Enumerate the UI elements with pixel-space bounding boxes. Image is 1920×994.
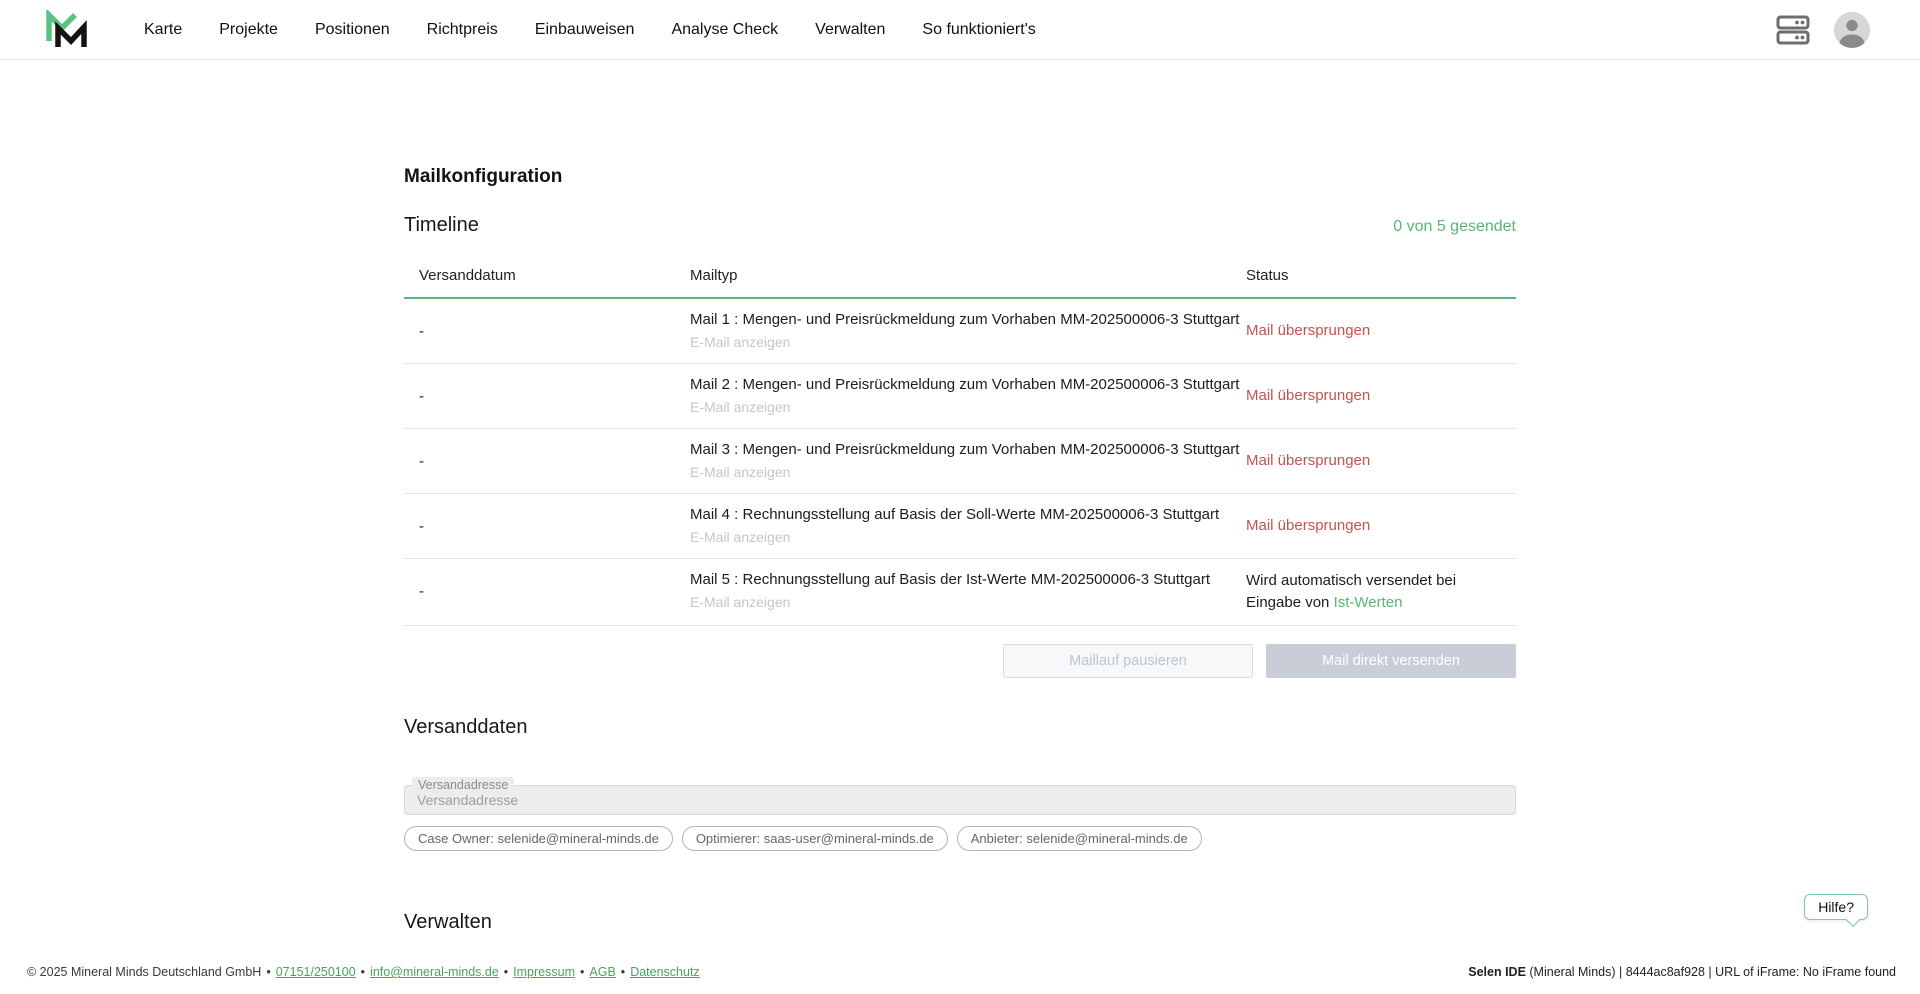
mail-title: Mail 1 : Mengen- und Preisrückmeldung zu… bbox=[690, 311, 1246, 328]
footer-separator: • bbox=[580, 965, 584, 979]
nav-item-verwalten[interactable]: Verwalten bbox=[815, 21, 885, 39]
footer-link[interactable]: Datenschutz bbox=[630, 965, 699, 979]
mail-timeline-table: Versanddatum Mailtyp Status -Mail 1 : Me… bbox=[404, 267, 1516, 626]
verwalten-title: Verwalten bbox=[404, 911, 1516, 934]
app-header: Karte Projekte Positionen Richtpreis Einbauw… bbox=[0, 0, 1920, 60]
mail-title: Mail 4 : Rechnungsstellung auf Basis der… bbox=[690, 506, 1246, 523]
contact-chips: Case Owner: selenide@mineral-minds.de Opt… bbox=[404, 826, 1516, 851]
column-versanddatum: Versanddatum bbox=[404, 267, 690, 284]
show-email-link[interactable]: E-Mail anzeigen bbox=[690, 334, 790, 350]
cell-versanddatum: - bbox=[404, 388, 690, 405]
footer-copyright: © 2025 Mineral Minds Deutschland GmbH bbox=[27, 965, 261, 979]
nav-item-so-funktioniert-s[interactable]: So funktioniert's bbox=[922, 21, 1035, 39]
column-status: Status bbox=[1246, 267, 1516, 284]
footer-link[interactable]: 07151/250100 bbox=[276, 965, 356, 979]
table-row: -Mail 1 : Mengen- und Preisrückmeldung z… bbox=[404, 299, 1516, 364]
status-text: Mail übersprungen bbox=[1246, 452, 1370, 469]
footer-env-details: (Mineral Minds) | 8444ac8af928 | URL of … bbox=[1526, 965, 1896, 979]
help-button[interactable]: Hilfe? bbox=[1804, 894, 1868, 920]
show-email-link[interactable]: E-Mail anzeigen bbox=[690, 399, 790, 415]
contact-chip: Case Owner: selenide@mineral-minds.de bbox=[404, 826, 673, 851]
nav-item-positionen[interactable]: Positionen bbox=[315, 21, 390, 39]
sent-counter: 0 von 5 gesendet bbox=[1393, 218, 1516, 236]
cell-mailtyp: Mail 2 : Mengen- und Preisrückmeldung zu… bbox=[690, 376, 1246, 417]
timeline-title: Timeline bbox=[404, 214, 479, 237]
mail-title: Mail 2 : Mengen- und Preisrückmeldung zu… bbox=[690, 376, 1246, 393]
status-text: Mail übersprungen bbox=[1246, 517, 1370, 534]
footer-link[interactable]: AGB bbox=[589, 965, 615, 979]
server-rack-icon[interactable] bbox=[1776, 15, 1810, 45]
cell-status: Mail übersprungen bbox=[1246, 385, 1516, 407]
show-email-link[interactable]: E-Mail anzeigen bbox=[690, 464, 790, 480]
show-email-link[interactable]: E-Mail anzeigen bbox=[690, 594, 790, 610]
main-nav: Karte Projekte Positionen Richtpreis Einbauw… bbox=[144, 21, 1036, 39]
footer-separator: • bbox=[266, 965, 270, 979]
table-row: -Mail 4 : Rechnungsstellung auf Basis de… bbox=[404, 494, 1516, 559]
cell-status: Mail übersprungen bbox=[1246, 450, 1516, 472]
send-mail-direct-button[interactable]: Mail direkt versenden bbox=[1266, 644, 1516, 678]
footer-separator: • bbox=[621, 965, 625, 979]
cell-status: Wird automatisch versendet bei Eingabe v… bbox=[1246, 570, 1516, 614]
status-text: Mail übersprungen bbox=[1246, 322, 1370, 339]
contact-chip: Optimierer: saas-user@mineral-minds.de bbox=[682, 826, 948, 851]
mail-title: Mail 3 : Mengen- und Preisrückmeldung zu… bbox=[690, 441, 1246, 458]
footer-separator: • bbox=[504, 965, 508, 979]
cell-versanddatum: - bbox=[404, 583, 690, 600]
table-row: -Mail 3 : Mengen- und Preisrückmeldung z… bbox=[404, 429, 1516, 494]
footer-legal: © 2025 Mineral Minds Deutschland GmbH • 07… bbox=[27, 965, 700, 979]
page-body: Mailkonfiguration Timeline 0 von 5 gesen… bbox=[0, 60, 1920, 994]
versanddaten-title: Versanddaten bbox=[404, 716, 1516, 739]
cell-mailtyp: Mail 3 : Mengen- und Preisrückmeldung zu… bbox=[690, 441, 1246, 482]
header-right bbox=[1776, 12, 1870, 48]
cell-mailtyp: Mail 1 : Mengen- und Preisrückmeldung zu… bbox=[690, 311, 1246, 352]
cell-status: Mail übersprungen bbox=[1246, 515, 1516, 537]
versandadresse-placeholder: Versandadresse bbox=[417, 792, 518, 808]
cell-mailtyp: Mail 5 : Rechnungsstellung auf Basis der… bbox=[690, 571, 1246, 612]
footer-link[interactable]: Impressum bbox=[513, 965, 575, 979]
nav-item-projekte[interactable]: Projekte bbox=[219, 21, 278, 39]
column-mailtyp: Mailtyp bbox=[690, 267, 1246, 284]
user-avatar-icon[interactable] bbox=[1834, 12, 1870, 48]
mail-title: Mail 5 : Rechnungsstellung auf Basis der… bbox=[690, 571, 1246, 588]
nav-item-karte[interactable]: Karte bbox=[144, 21, 182, 39]
show-email-link[interactable]: E-Mail anzeigen bbox=[690, 529, 790, 545]
cell-versanddatum: - bbox=[404, 518, 690, 535]
footer-env-info: Selen IDE (Mineral Minds) | 8444ac8af928… bbox=[1468, 965, 1896, 979]
table-header-row: Versanddatum Mailtyp Status bbox=[404, 267, 1516, 299]
footer-separator: • bbox=[361, 965, 365, 979]
ist-werte-link[interactable]: Ist-Werten bbox=[1334, 594, 1403, 611]
mineral-minds-logo[interactable] bbox=[44, 10, 88, 50]
app-footer: © 2025 Mineral Minds Deutschland GmbH • 07… bbox=[0, 950, 1920, 994]
footer-env-name: Selen IDE bbox=[1468, 965, 1526, 979]
table-row: -Mail 5 : Rechnungsstellung auf Basis de… bbox=[404, 559, 1516, 626]
versandadresse-field[interactable]: Versandadresse Versandadresse bbox=[404, 785, 1516, 815]
page-title: Mailkonfiguration bbox=[404, 166, 1516, 188]
cell-status: Mail übersprungen bbox=[1246, 320, 1516, 342]
contact-chip: Anbieter: selenide@mineral-minds.de bbox=[957, 826, 1202, 851]
footer-link[interactable]: info@mineral-minds.de bbox=[370, 965, 499, 979]
nav-item-analyse-check[interactable]: Analyse Check bbox=[671, 21, 778, 39]
nav-item-einbauweisen[interactable]: Einbauweisen bbox=[535, 21, 635, 39]
cell-versanddatum: - bbox=[404, 323, 690, 340]
cell-mailtyp: Mail 4 : Rechnungsstellung auf Basis der… bbox=[690, 506, 1246, 547]
cell-versanddatum: - bbox=[404, 453, 690, 470]
versandadresse-field-label: Versandadresse bbox=[412, 777, 514, 794]
table-row: -Mail 2 : Mengen- und Preisrückmeldung z… bbox=[404, 364, 1516, 429]
nav-item-richtpreis[interactable]: Richtpreis bbox=[427, 21, 498, 39]
pause-mailrun-button[interactable]: Maillauf pausieren bbox=[1003, 644, 1253, 678]
status-text: Mail übersprungen bbox=[1246, 387, 1370, 404]
